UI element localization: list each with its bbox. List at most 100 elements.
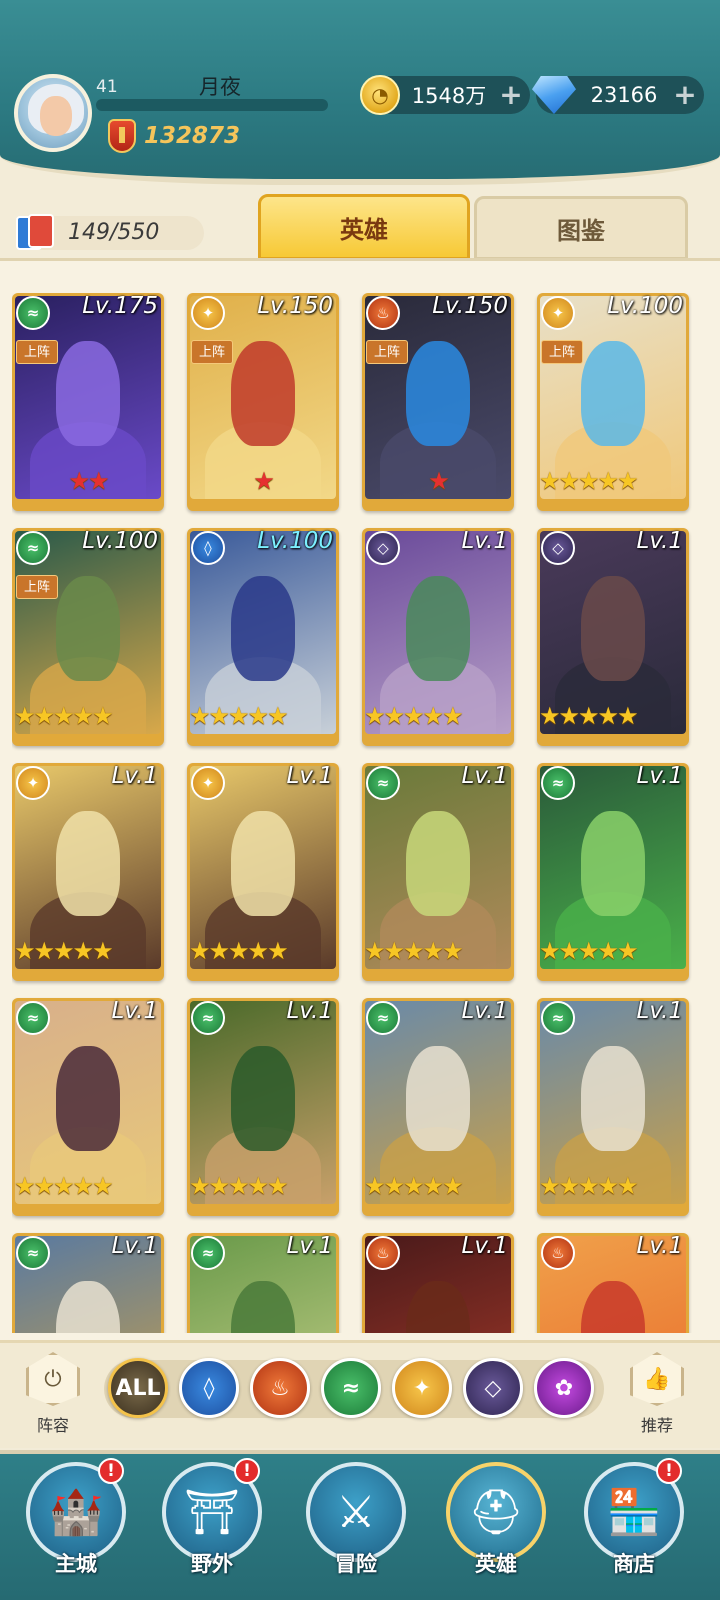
filter-arcane-button[interactable]: ✿ [534, 1358, 594, 1418]
nav-heroes-label: 英雄 [475, 1552, 517, 1576]
gold-coin-icon: ◔ [360, 75, 400, 115]
hero-card[interactable]: ≈ Lv.175 上阵 ★★ [12, 293, 164, 511]
hero-level: Lv.1 [461, 1233, 509, 1259]
hero-card[interactable]: ♨ Lv.150 上阵 ★ [362, 293, 514, 511]
filter-nature-button[interactable]: ≈ [321, 1358, 381, 1418]
hero-card[interactable]: ≈ Lv.1 [187, 1233, 339, 1333]
hero-card[interactable]: ♨ Lv.1 [362, 1233, 514, 1333]
hero-card[interactable]: ✦ Lv.150 上阵 ★ [187, 293, 339, 511]
hero-card[interactable]: ≈ Lv.100 上阵 ★★★★★ [12, 528, 164, 746]
nature-icon: ≈ [541, 1001, 575, 1035]
filter-light-button[interactable]: ✦ [392, 1358, 452, 1418]
add-gems-button[interactable]: + [672, 80, 698, 110]
hero-card[interactable]: ✦ Lv.1 ★★★★★ [12, 763, 164, 981]
nav-wild[interactable]: ⛩ 野外 ! [156, 1458, 268, 1600]
nav-shop[interactable]: 🏪 商店 ! [578, 1458, 690, 1600]
star-rating: ★★★★★ [539, 1172, 639, 1200]
hero-figure [55, 340, 121, 447]
hero-card[interactable]: ≈ Lv.1 [12, 1233, 164, 1333]
nature-icon: ≈ [16, 1001, 50, 1035]
star-rating: ★★★★★ [189, 937, 289, 965]
filter-dark-button[interactable]: ◇ [463, 1358, 523, 1418]
nav-adventure[interactable]: ⚔ 冒险 [300, 1462, 412, 1600]
hero-card[interactable]: ≈ Lv.1 ★★★★★ [12, 998, 164, 1216]
filter-all-label: ALL [115, 1375, 161, 1401]
lineup-button[interactable]: ⏻ 阵容 [18, 1352, 88, 1442]
avatar-face [40, 96, 72, 136]
hero-figure [230, 340, 296, 447]
water-icon: ◊ [191, 531, 225, 565]
recommend-button[interactable]: 👍 推荐 [622, 1352, 692, 1442]
water-icon: ◊ [203, 1375, 215, 1401]
light-icon: ✦ [191, 296, 225, 330]
cards-icon [14, 212, 54, 252]
star-rating: ★ [428, 467, 450, 495]
hero-card[interactable]: ◊ Lv.100 ★★★★★ [187, 528, 339, 746]
hero-card[interactable]: ≈ Lv.1 ★★★★★ [362, 998, 514, 1216]
hero-level: Lv.1 [461, 528, 509, 554]
player-avatar[interactable] [14, 74, 92, 152]
hero-figure [580, 1280, 646, 1333]
hero-figure [580, 575, 646, 682]
hero-level: Lv.1 [461, 998, 509, 1024]
star-rating: ★★★★★ [539, 937, 639, 965]
fire-icon: ♨ [270, 1375, 290, 1401]
hero-card[interactable]: ≈ Lv.1 ★★★★★ [187, 998, 339, 1216]
hero-figure [580, 340, 646, 447]
add-gold-button[interactable]: + [498, 80, 524, 110]
hero-card[interactable]: ◇ Lv.1 ★★★★★ [537, 528, 689, 746]
nature-icon: ≈ [541, 766, 575, 800]
hero-card[interactable]: ♨ Lv.1 [537, 1233, 689, 1333]
notification-badge: ! [98, 1458, 124, 1484]
fire-icon: ♨ [366, 296, 400, 330]
notification-badge: ! [656, 1458, 682, 1484]
nav-main-city[interactable]: 🏰 主城 ! [20, 1458, 132, 1600]
recommend-label: 推荐 [640, 1416, 673, 1435]
filter-fire-button[interactable]: ♨ [250, 1358, 310, 1418]
hero-level: Lv.100 [607, 293, 683, 319]
hero-card[interactable]: ≈ Lv.1 ★★★★★ [537, 998, 689, 1216]
tab-heroes[interactable]: 英雄 [258, 194, 470, 260]
dark-icon: ◇ [366, 531, 400, 565]
gem-currency: 23166 + [532, 76, 704, 114]
hero-card[interactable]: ≈ Lv.1 ★★★★★ [537, 763, 689, 981]
hero-figure [405, 810, 471, 917]
hero-figure [580, 1045, 646, 1152]
star-rating: ★★ [68, 467, 109, 495]
nav-shop-label: 商店 [613, 1552, 655, 1576]
nature-icon: ≈ [16, 296, 50, 330]
hero-figure [405, 1045, 471, 1152]
nav-heroes[interactable]: ⛑ 英雄 [440, 1462, 552, 1600]
deployed-tag: 上阵 [16, 340, 58, 364]
hero-card[interactable]: ◇ Lv.1 ★★★★★ [362, 528, 514, 746]
star-rating: ★★★★★ [14, 937, 114, 965]
deployed-tag: 上阵 [541, 340, 583, 364]
hero-figure [55, 810, 121, 917]
hero-card[interactable]: ✦ Lv.1 ★★★★★ [187, 763, 339, 981]
player-level: 41 [96, 77, 118, 97]
player-name: 月夜 [199, 75, 241, 99]
hero-figure [230, 1045, 296, 1152]
hero-figure [405, 575, 471, 682]
nature-icon: ≈ [191, 1236, 225, 1270]
hero-level: Lv.100 [82, 528, 158, 554]
star-rating: ★★★★★ [539, 702, 639, 730]
power-shield-icon [108, 119, 136, 153]
dark-icon: ◇ [541, 531, 575, 565]
tab-codex[interactable]: 图鉴 [474, 196, 688, 260]
hero-card[interactable]: ✦ Lv.100 上阵 ★★★★★ [537, 293, 689, 511]
hero-level: Lv.150 [257, 293, 333, 319]
hero-grid: ≈ Lv.175 上阵 ★★ ✦ Lv.150 上阵 ★ ♨ Lv.150 上阵 ★ ✦ Lv.100 上阵… [12, 293, 708, 1333]
nature-icon: ≈ [341, 1375, 361, 1401]
gold-currency: ◔ 1548万 + [360, 75, 530, 115]
star-rating: ★★★★★ [539, 467, 639, 495]
hero-level: Lv.1 [636, 998, 684, 1024]
filter-all-button[interactable]: ALL [108, 1358, 168, 1418]
sword-icon: ⚔ [306, 1462, 406, 1562]
hero-card[interactable]: ≈ Lv.1 ★★★★★ [362, 763, 514, 981]
nature-icon: ≈ [366, 766, 400, 800]
fire-icon: ♨ [541, 1236, 575, 1270]
gem-value: 23166 [590, 83, 658, 107]
filter-water-button[interactable]: ◊ [179, 1358, 239, 1418]
star-rating: ★★★★★ [14, 702, 114, 730]
